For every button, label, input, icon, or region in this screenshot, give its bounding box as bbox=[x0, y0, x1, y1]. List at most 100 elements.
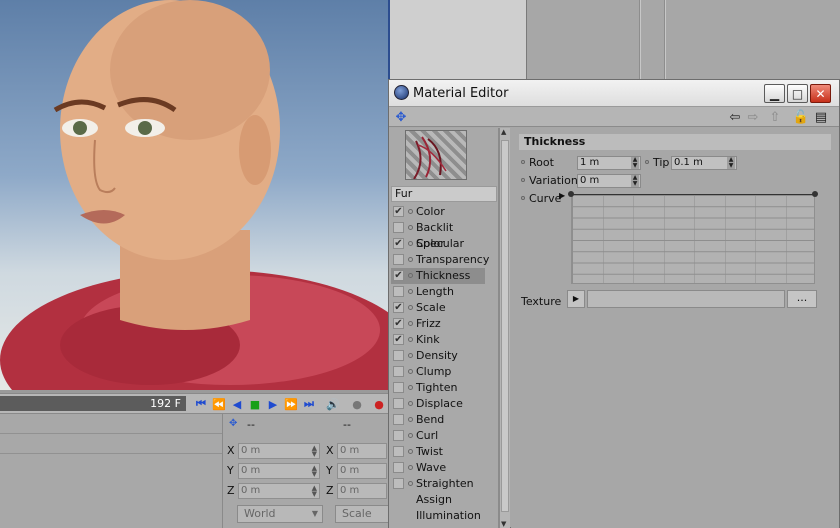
lock-icon[interactable]: 🔓 bbox=[793, 109, 809, 125]
curve-expand-icon[interactable]: ▶ bbox=[559, 191, 565, 200]
channel-bend[interactable]: Bend bbox=[391, 412, 485, 428]
panel-menu-icon[interactable]: ▤ bbox=[813, 109, 829, 125]
checkbox-frizz[interactable]: ✔ bbox=[393, 318, 404, 329]
channel-wave[interactable]: Wave bbox=[391, 460, 485, 476]
play-backward-icon[interactable]: ◀ bbox=[230, 397, 244, 411]
forward-arrow-icon[interactable]: ⇨ bbox=[745, 109, 761, 125]
material-name: Fur bbox=[391, 186, 497, 202]
checkbox-backlit-color[interactable] bbox=[393, 222, 404, 233]
channel-tighten[interactable]: Tighten bbox=[391, 380, 485, 396]
viewport-side-panel bbox=[388, 0, 528, 80]
curve-label: Curve bbox=[529, 192, 562, 205]
go-to-start-icon[interactable]: ⏮ bbox=[194, 397, 208, 411]
section-header: Thickness bbox=[519, 134, 831, 150]
channel-clump[interactable]: Clump bbox=[391, 364, 485, 380]
coord-header-left: -- bbox=[247, 418, 255, 431]
x-size-label: X bbox=[326, 444, 334, 457]
checkbox-specular[interactable]: ✔ bbox=[393, 238, 404, 249]
checkbox-curl[interactable] bbox=[393, 430, 404, 441]
channel-scale[interactable]: ✔ Scale bbox=[391, 300, 485, 316]
render-image bbox=[0, 0, 388, 390]
checkbox-bend[interactable] bbox=[393, 414, 404, 425]
material-editor-window: Material Editor ▁ □ ✕ ✥ ⇦ ⇨ ⇧ 🔓 ▤ Fur ✔ C… bbox=[388, 79, 840, 528]
up-arrow-icon[interactable]: ⇧ bbox=[767, 109, 783, 125]
play-forward-icon[interactable]: ▶ bbox=[266, 397, 280, 411]
3d-viewport[interactable] bbox=[0, 0, 388, 390]
x-size-field[interactable]: 0 m bbox=[337, 443, 387, 459]
close-button[interactable]: ✕ bbox=[810, 84, 831, 103]
material-preview[interactable] bbox=[405, 130, 467, 180]
channel-kink[interactable]: ✔ Kink bbox=[391, 332, 485, 348]
checkbox-transparency[interactable] bbox=[393, 254, 404, 265]
channel-list-scrollbar[interactable]: ▲ ▼ bbox=[499, 128, 510, 528]
go-to-end-icon[interactable]: ⏭ bbox=[302, 397, 316, 411]
pin-icon[interactable]: ✥ bbox=[393, 109, 409, 125]
variation-field[interactable]: 0 m ▲ ▼ bbox=[577, 174, 641, 188]
channel-length[interactable]: Length bbox=[391, 284, 485, 300]
checkbox-length[interactable] bbox=[393, 286, 404, 297]
z-pos-field[interactable]: 0 m ▲ ▼ bbox=[238, 483, 320, 499]
next-key-icon[interactable]: ⏩ bbox=[284, 397, 298, 411]
scroll-thumb[interactable] bbox=[501, 140, 509, 512]
mode-select[interactable]: Scale bbox=[335, 505, 389, 523]
y-pos-field[interactable]: 0 m ▲ ▼ bbox=[238, 463, 320, 479]
x-pos-field[interactable]: 0 m ▲ ▼ bbox=[238, 443, 320, 459]
curve-end-point[interactable] bbox=[812, 191, 818, 197]
minimize-button[interactable]: ▁ bbox=[764, 84, 785, 103]
channel-settings-panel: Thickness Root 1 m ▲ ▼ Tip 0.1 m ▲ ▼ Variati… bbox=[511, 128, 839, 528]
z-size-field[interactable]: 0 m bbox=[337, 483, 387, 499]
checkbox-clump[interactable] bbox=[393, 366, 404, 377]
maximize-button[interactable]: □ bbox=[787, 84, 808, 103]
timeline-track[interactable]: 192 F bbox=[0, 396, 186, 411]
space-select[interactable]: World ▼ bbox=[237, 505, 323, 523]
checkbox-density[interactable] bbox=[393, 350, 404, 361]
sound-icon[interactable]: 🔊 bbox=[326, 397, 340, 411]
checkbox-thickness[interactable]: ✔ bbox=[393, 270, 404, 281]
item-illumination[interactable]: Illumination bbox=[391, 508, 485, 524]
previous-key-icon[interactable]: ⏪ bbox=[212, 397, 226, 411]
checkbox-scale[interactable]: ✔ bbox=[393, 302, 404, 313]
checkbox-straighten[interactable] bbox=[393, 478, 404, 489]
channel-color[interactable]: ✔ Color bbox=[391, 204, 485, 220]
item-assign[interactable]: Assign bbox=[391, 492, 485, 508]
coordinates-pane: ✥ -- -- X 0 m ▲ ▼ X 0 m Y 0 m ▲ ▼ Y 0 m Z 0 … bbox=[222, 413, 389, 528]
checkbox-wave[interactable] bbox=[393, 462, 404, 473]
coord-icon[interactable]: ✥ bbox=[229, 418, 237, 429]
back-arrow-icon[interactable]: ⇦ bbox=[727, 109, 743, 125]
editor-toolbar: ✥ ⇦ ⇨ ⇧ 🔓 ▤ bbox=[389, 107, 839, 127]
y-pos-label: Y bbox=[227, 464, 234, 477]
record-icon[interactable]: ● bbox=[350, 397, 364, 411]
channel-thickness[interactable]: ✔ Thickness bbox=[391, 268, 485, 284]
tip-field[interactable]: 0.1 m ▲ ▼ bbox=[671, 156, 737, 170]
checkbox-kink[interactable]: ✔ bbox=[393, 334, 404, 345]
checkbox-twist[interactable] bbox=[393, 446, 404, 457]
curve-graph[interactable] bbox=[571, 194, 815, 284]
channel-curl[interactable]: Curl bbox=[391, 428, 485, 444]
channel-density[interactable]: Density bbox=[391, 348, 485, 364]
curve-start-point[interactable] bbox=[568, 191, 574, 197]
checkbox-tighten[interactable] bbox=[393, 382, 404, 393]
texture-menu-arrow[interactable]: ▶ bbox=[567, 290, 585, 308]
channel-displace[interactable]: Displace bbox=[391, 396, 485, 412]
stop-icon[interactable]: ■ bbox=[248, 397, 262, 411]
coord-header-right: -- bbox=[343, 418, 351, 431]
channel-backlit-color[interactable]: Backlit Color bbox=[391, 220, 485, 250]
channel-transparency[interactable]: Transparency bbox=[391, 252, 489, 268]
z-size-label: Z bbox=[326, 484, 334, 497]
y-size-label: Y bbox=[326, 464, 333, 477]
checkbox-displace[interactable] bbox=[393, 398, 404, 409]
autokey-icon[interactable]: ● bbox=[372, 397, 386, 411]
checkbox-color[interactable]: ✔ bbox=[393, 206, 404, 217]
texture-browse-button[interactable]: ... bbox=[787, 290, 817, 308]
channel-specular[interactable]: ✔ Specular bbox=[391, 236, 485, 252]
root-field[interactable]: 1 m ▲ ▼ bbox=[577, 156, 641, 170]
window-title: Material Editor bbox=[413, 86, 509, 101]
frame-counter: 192 F bbox=[150, 397, 181, 410]
channel-frizz[interactable]: ✔ Frizz bbox=[391, 316, 485, 332]
channel-twist[interactable]: Twist bbox=[391, 444, 485, 460]
texture-slot[interactable] bbox=[587, 290, 785, 308]
root-label: Root bbox=[529, 156, 554, 169]
title-bar[interactable]: Material Editor ▁ □ ✕ bbox=[389, 80, 839, 107]
y-size-field[interactable]: 0 m bbox=[337, 463, 387, 479]
channel-straighten[interactable]: Straighten bbox=[391, 476, 485, 492]
